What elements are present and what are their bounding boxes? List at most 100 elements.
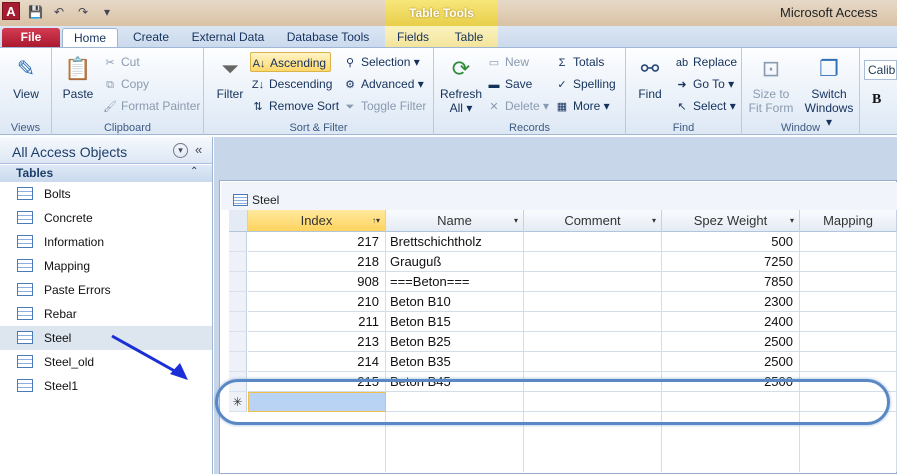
more-button[interactable]: ▦ More ▾ xyxy=(554,96,610,116)
table-cell[interactable]: 218 xyxy=(248,252,386,272)
remove-sort-button[interactable]: ⇅ Remove Sort xyxy=(250,96,339,116)
tab-external-data[interactable]: External Data xyxy=(186,28,270,48)
delete-record-button[interactable]: ✕ Delete ▾ xyxy=(486,96,549,116)
select-button[interactable]: ↖ Select ▾ xyxy=(674,96,735,116)
select-all-corner[interactable] xyxy=(229,210,248,232)
copy-button[interactable]: ⧉ Copy xyxy=(102,74,149,94)
goto-button[interactable]: ➜ Go To ▾ xyxy=(674,74,734,94)
table-cell[interactable]: 7250 xyxy=(662,252,800,272)
table-cell[interactable]: Brettschichtholz xyxy=(386,232,524,252)
save-icon[interactable]: 💾 xyxy=(28,5,43,19)
column-header-name[interactable]: Name ▾ xyxy=(386,210,524,232)
table-cell[interactable]: Grauguß xyxy=(386,252,524,272)
table-cell[interactable]: 2500 xyxy=(662,332,800,352)
size-to-fit-button[interactable]: ⊡ Size to Fit Form xyxy=(746,54,796,115)
tab-fields[interactable]: Fields xyxy=(388,28,438,48)
paste-button[interactable]: 📋 Paste xyxy=(58,54,98,101)
nav-item-bolts[interactable]: Bolts xyxy=(0,182,212,206)
table-cell[interactable]: 2400 xyxy=(662,312,800,332)
row-selector[interactable] xyxy=(229,232,247,252)
table-cell[interactable]: Beton B35 xyxy=(386,352,524,372)
table-cell[interactable] xyxy=(524,352,662,372)
ascending-button[interactable]: A↓ Ascending xyxy=(250,52,332,72)
nav-item-paste-errors[interactable]: Paste Errors xyxy=(0,278,212,302)
tab-home[interactable]: Home xyxy=(62,28,118,48)
spelling-button[interactable]: ✓ Spelling xyxy=(554,74,615,94)
tab-create[interactable]: Create xyxy=(126,28,176,48)
table-cell[interactable] xyxy=(800,252,897,272)
table-cell[interactable]: Beton B25 xyxy=(386,332,524,352)
table-cell[interactable]: 7850 xyxy=(662,272,800,292)
table-cell[interactable] xyxy=(524,312,662,332)
table-cell[interactable] xyxy=(800,352,897,372)
column-header-mapping[interactable]: Mapping xyxy=(800,210,897,232)
replace-button[interactable]: ab Replace xyxy=(674,52,737,72)
row-selector[interactable] xyxy=(229,352,247,372)
document-tab-steel[interactable]: Steel xyxy=(221,182,897,210)
save-record-button[interactable]: ▬ Save xyxy=(486,74,533,94)
table-cell[interactable]: Beton B10 xyxy=(386,292,524,312)
table-cell[interactable]: 210 xyxy=(248,292,386,312)
advanced-button[interactable]: ⚙ Advanced ▾ xyxy=(342,74,424,94)
table-cell[interactable] xyxy=(800,292,897,312)
nav-item-concrete[interactable]: Concrete xyxy=(0,206,212,230)
table-cell[interactable] xyxy=(524,252,662,272)
customize-icon[interactable]: ▾ xyxy=(100,5,114,19)
filter-button[interactable]: ⏷ Filter xyxy=(210,54,250,101)
nav-item-mapping[interactable]: Mapping xyxy=(0,254,212,278)
sort-dropdown-icon[interactable]: ↑▾ xyxy=(372,210,380,232)
row-selector[interactable] xyxy=(229,332,247,352)
switch-windows-button[interactable]: ❐ Switch Windows ▾ xyxy=(802,54,856,129)
column-header-spez-weight[interactable]: Spez Weight ▾ xyxy=(662,210,800,232)
dropdown-icon[interactable]: ▾ xyxy=(652,210,656,232)
nav-menu-icon[interactable]: ▾ xyxy=(173,143,188,158)
table-cell[interactable]: Beton B15 xyxy=(386,312,524,332)
row-selector[interactable] xyxy=(229,312,247,332)
table-cell[interactable]: 217 xyxy=(248,232,386,252)
table-cell[interactable]: 500 xyxy=(662,232,800,252)
collapse-icon[interactable]: ⌃ xyxy=(190,166,198,177)
nav-header[interactable]: All Access Objects ▾ « xyxy=(0,137,212,164)
tab-database-tools[interactable]: Database Tools xyxy=(280,28,376,48)
refresh-all-button[interactable]: ⟳ Refresh All ▾ xyxy=(440,54,482,115)
tab-file[interactable]: File xyxy=(2,28,60,48)
cut-button[interactable]: ✂ Cut xyxy=(102,52,139,72)
redo-icon[interactable]: ↷ xyxy=(76,5,90,19)
descending-button[interactable]: Z↓ Descending xyxy=(250,74,333,94)
table-cell[interactable]: 2500 xyxy=(662,352,800,372)
undo-icon[interactable]: ↶ xyxy=(52,5,66,19)
bold-button[interactable]: B xyxy=(872,92,881,108)
table-cell[interactable]: 211 xyxy=(248,312,386,332)
selection-button[interactable]: ⚲ Selection ▾ xyxy=(342,52,420,72)
row-selector[interactable] xyxy=(229,292,247,312)
tables-section-header[interactable]: Tables ⌃ xyxy=(0,165,212,182)
table-cell[interactable] xyxy=(524,232,662,252)
table-cell[interactable]: 213 xyxy=(248,332,386,352)
row-selector[interactable] xyxy=(229,252,247,272)
dropdown-icon[interactable]: ▾ xyxy=(790,210,794,232)
column-header-index[interactable]: Index ↑▾ xyxy=(248,210,386,232)
new-record-button[interactable]: ▭ New xyxy=(486,52,529,72)
table-cell[interactable]: 908 xyxy=(248,272,386,292)
table-cell[interactable] xyxy=(800,272,897,292)
table-cell[interactable] xyxy=(524,292,662,312)
table-cell[interactable] xyxy=(524,272,662,292)
dropdown-icon[interactable]: ▾ xyxy=(514,210,518,232)
find-button[interactable]: ⚯ Find xyxy=(630,54,670,101)
table-cell[interactable] xyxy=(800,232,897,252)
table-cell[interactable]: 2300 xyxy=(662,292,800,312)
table-cell[interactable] xyxy=(524,332,662,352)
table-cell[interactable]: 214 xyxy=(248,352,386,372)
access-app-icon[interactable]: A xyxy=(2,2,20,20)
column-header-comment[interactable]: Comment ▾ xyxy=(524,210,662,232)
view-button[interactable]: ✎ View xyxy=(6,54,46,101)
font-name-box[interactable]: Calibr xyxy=(864,60,897,80)
tab-table[interactable]: Table xyxy=(446,28,492,48)
totals-button[interactable]: Σ Totals xyxy=(554,52,605,72)
nav-item-information[interactable]: Information xyxy=(0,230,212,254)
row-selector[interactable] xyxy=(229,272,247,292)
toggle-filter-button[interactable]: ⏷ Toggle Filter xyxy=(342,96,427,116)
table-cell[interactable] xyxy=(800,312,897,332)
table-cell[interactable]: ===Beton=== xyxy=(386,272,524,292)
nav-item-rebar[interactable]: Rebar xyxy=(0,302,212,326)
